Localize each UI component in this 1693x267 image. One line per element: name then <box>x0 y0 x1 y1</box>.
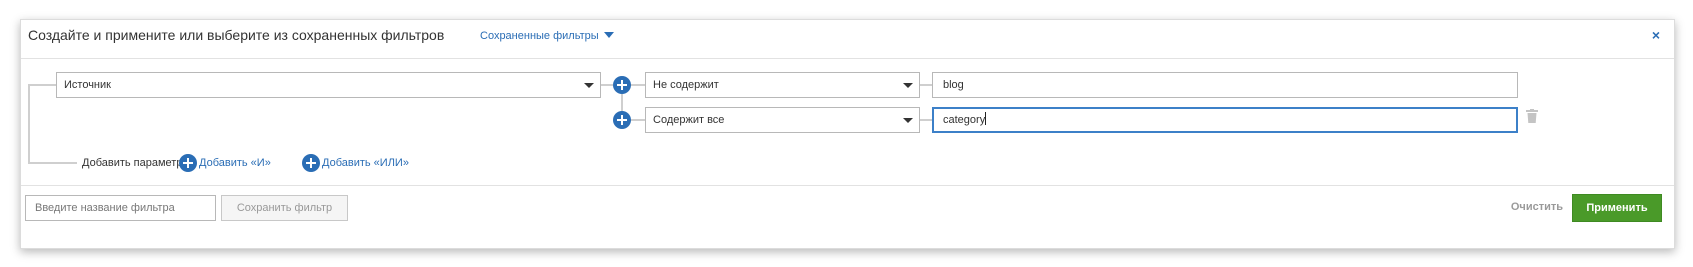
operator-select[interactable]: Содержит все <box>645 107 920 133</box>
condition-value-input[interactable]: blog <box>932 72 1518 98</box>
tree-line-bottom <box>28 162 77 164</box>
add-and-button[interactable]: Добавить «И» <box>179 154 271 172</box>
panel-title: Создайте и примените или выберите из сох… <box>28 27 445 43</box>
save-filter-button[interactable]: Сохранить фильтр <box>221 195 348 221</box>
condition-value: category <box>943 114 986 126</box>
close-button[interactable]: × <box>1652 28 1660 42</box>
condition-value: blog <box>943 79 964 91</box>
clear-button[interactable]: Очистить <box>1511 201 1563 213</box>
plus-circle-icon <box>179 154 197 172</box>
parameter-select[interactable]: Источник <box>56 72 601 98</box>
chevron-down-icon <box>584 83 594 88</box>
tree-line-top <box>28 84 57 86</box>
chevron-down-icon <box>903 118 913 123</box>
connector-line <box>630 119 645 121</box>
add-or-label: Добавить «ИЛИ» <box>322 157 409 169</box>
add-and-label: Добавить «И» <box>199 157 271 169</box>
parameter-value: Источник <box>64 79 111 91</box>
condition-value-input[interactable]: category <box>932 107 1518 133</box>
filter-name-input[interactable]: Введите название фильтра <box>25 195 216 221</box>
apply-button[interactable]: Применить <box>1572 194 1662 222</box>
connector-line <box>630 84 645 86</box>
add-parameter-label: Добавить параметр: <box>82 157 186 169</box>
add-condition-icon[interactable] <box>613 76 631 94</box>
add-condition-icon[interactable] <box>613 111 631 129</box>
saved-filters-dropdown[interactable]: Сохраненные фильтры <box>480 30 614 42</box>
filter-footer: Введите название фильтра Сохранить фильт… <box>21 185 1674 249</box>
add-or-button[interactable]: Добавить «ИЛИ» <box>302 154 409 172</box>
filter-name-placeholder: Введите название фильтра <box>35 202 175 214</box>
operator-value: Не содержит <box>653 79 719 91</box>
plus-circle-icon <box>302 154 320 172</box>
tree-line-vertical <box>28 84 30 164</box>
operator-select[interactable]: Не содержит <box>645 72 920 98</box>
connector-line <box>600 84 613 86</box>
operator-value: Содержит все <box>653 114 725 126</box>
chevron-down-icon <box>903 83 913 88</box>
filter-panel: Создайте и примените или выберите из сох… <box>20 19 1675 249</box>
saved-filters-label: Сохраненные фильтры <box>480 30 599 42</box>
caret-down-icon <box>603 32 614 38</box>
text-cursor <box>985 112 987 125</box>
trash-icon[interactable] <box>1526 109 1538 123</box>
filter-header: Создайте и примените или выберите из сох… <box>21 20 1674 59</box>
